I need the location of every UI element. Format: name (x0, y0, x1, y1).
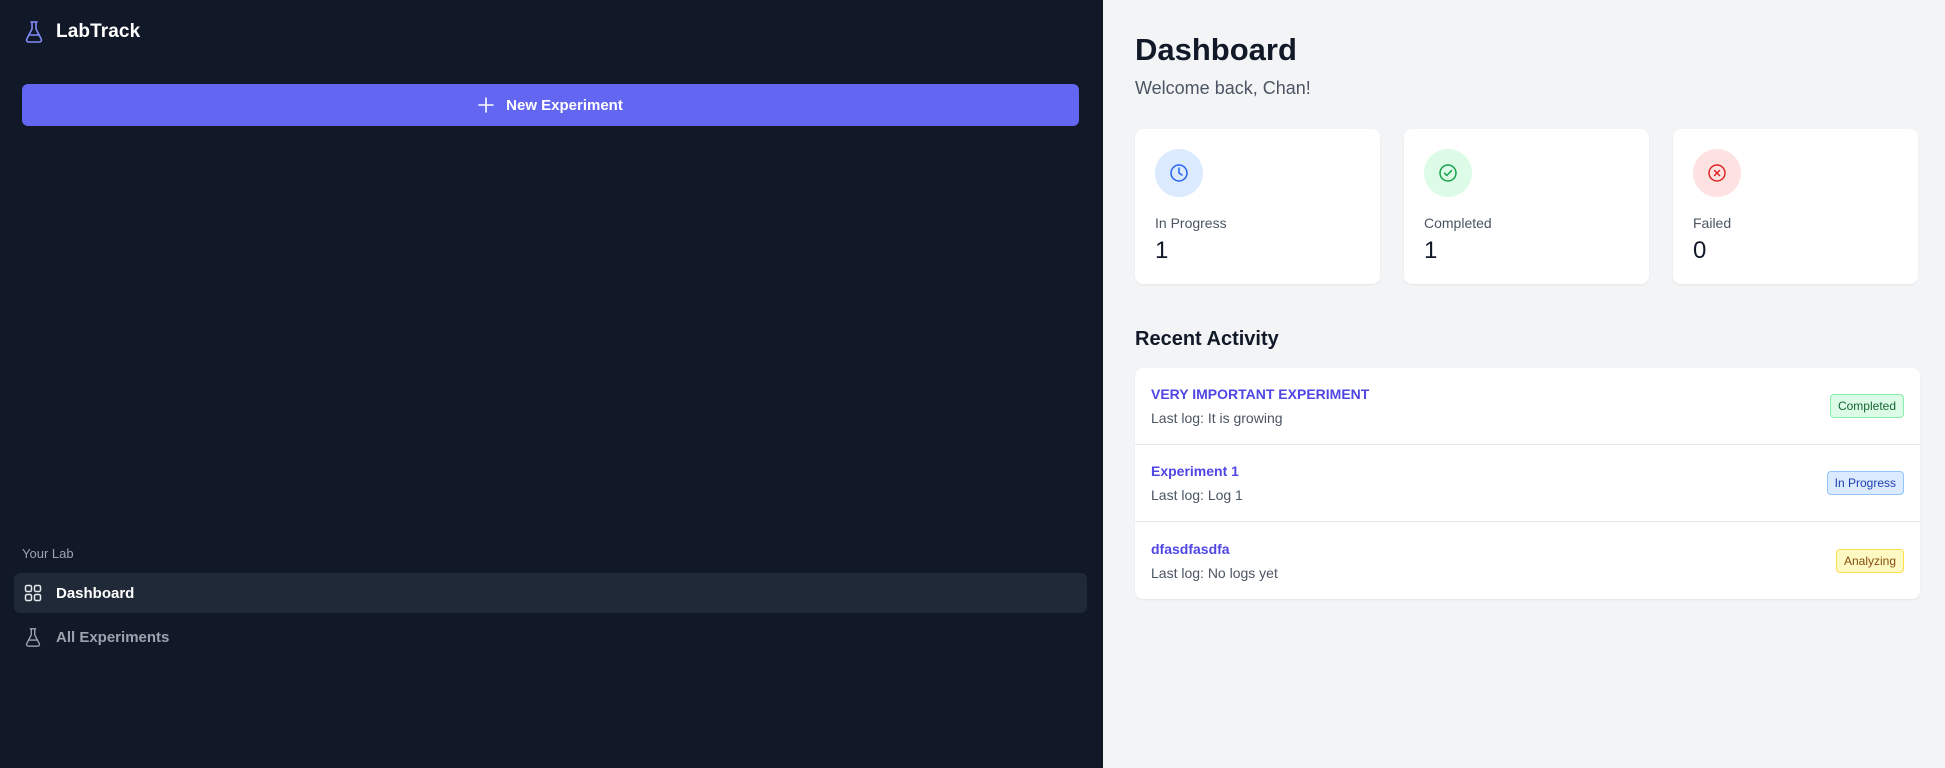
last-log: Last log: It is growing (1151, 410, 1283, 426)
new-experiment-button[interactable]: New Experiment (22, 84, 1079, 126)
flask-icon (24, 20, 44, 44)
flask-icon (24, 627, 42, 647)
status-badge: In Progress (1826, 471, 1904, 495)
recent-activity-title: Recent Activity (1135, 328, 1279, 350)
stat-label: Completed (1424, 215, 1492, 231)
list-item[interactable]: Experiment 1 Last log: Log 1 In Progress (1135, 445, 1920, 522)
sidebar-item-dashboard[interactable]: Dashboard (14, 573, 1087, 613)
brand[interactable]: LabTrack (24, 20, 140, 44)
sidebar-item-label: All Experiments (56, 628, 170, 646)
list-item[interactable]: VERY IMPORTANT EXPERIMENT Last log: It i… (1135, 368, 1920, 445)
app-root: LabTrack New Experiment Your Lab Dashboa… (0, 0, 1945, 768)
experiment-link[interactable]: dfasdfasdfa (1151, 541, 1278, 557)
last-log: Last log: No logs yet (1151, 564, 1278, 581)
grid-icon (24, 584, 42, 602)
stat-value: 1 (1155, 237, 1169, 264)
sidebar-item-label: Dashboard (56, 584, 135, 602)
stat-card-failed: Failed 0 (1673, 129, 1918, 284)
welcome-message: Welcome back, Chan! (1135, 78, 1311, 98)
stat-value: 1 (1424, 237, 1438, 264)
sidebar: LabTrack New Experiment Your Lab Dashboa… (0, 0, 1103, 768)
clock-icon (1155, 149, 1203, 197)
stat-label: In Progress (1155, 215, 1227, 231)
check-circle-icon (1424, 149, 1472, 197)
main-content: Dashboard Welcome back, Chan! In Progres… (1103, 0, 1945, 768)
plus-icon (478, 97, 494, 113)
experiment-link[interactable]: VERY IMPORTANT EXPERIMENT (1151, 386, 1369, 402)
stat-label: Failed (1693, 215, 1732, 231)
new-experiment-label: New Experiment (506, 96, 623, 114)
experiment-link[interactable]: Experiment 1 (1151, 463, 1243, 479)
recent-activity-list: VERY IMPORTANT EXPERIMENT Last log: It i… (1135, 368, 1920, 599)
section-label: Your Lab (22, 546, 74, 561)
stats-row: In Progress 1 Completed 1 Failed 0 (1135, 129, 1920, 284)
page-title: Dashboard (1135, 32, 1297, 67)
stat-card-completed: Completed 1 (1404, 129, 1649, 284)
sidebar-nav: Dashboard All Experiments (14, 573, 1087, 661)
status-badge: Completed (1829, 394, 1904, 418)
last-log: Last log: Log 1 (1151, 487, 1243, 503)
brand-name: LabTrack (56, 21, 141, 42)
x-circle-icon (1693, 149, 1741, 197)
list-item[interactable]: dfasdfasdfa Last log: No logs yet Analyz… (1135, 522, 1920, 599)
sidebar-item-all-experiments[interactable]: All Experiments (14, 617, 1087, 657)
status-badge: Analyzing (1835, 548, 1904, 573)
stat-value: 0 (1693, 237, 1707, 264)
stat-card-in-progress: In Progress 1 (1135, 129, 1380, 284)
